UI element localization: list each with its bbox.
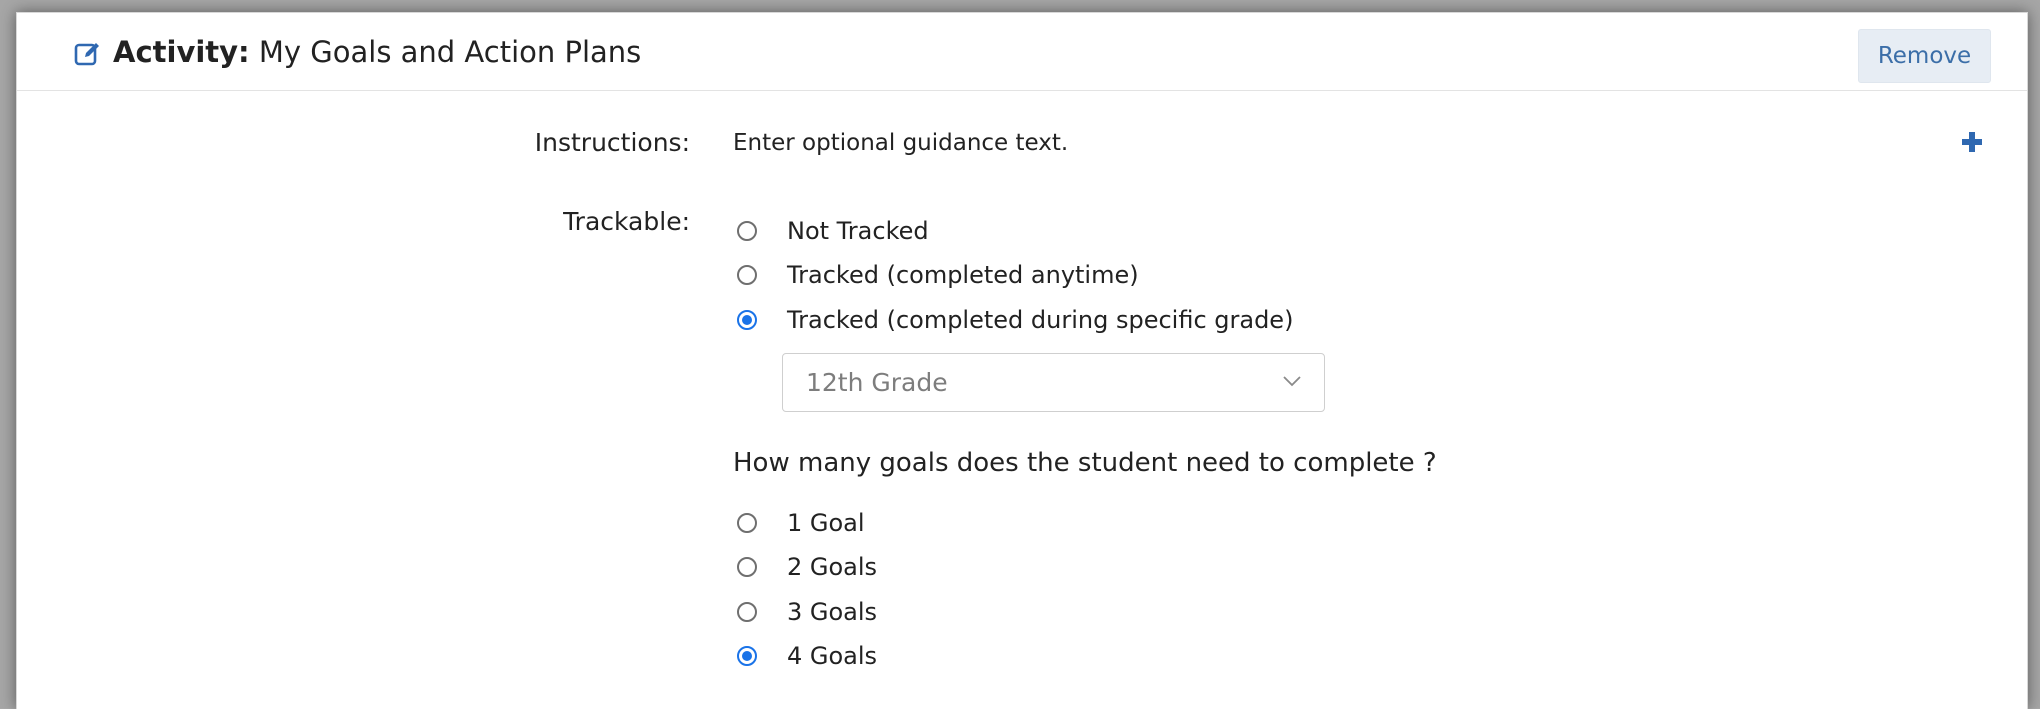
radio-label: 3 Goals	[787, 598, 878, 626]
radio-label: 1 Goal	[787, 509, 865, 537]
radio-button-checked[interactable]	[737, 646, 757, 666]
radio-label: Tracked (completed during specific grade…	[787, 306, 1294, 334]
radio-goals-1[interactable]: 1 Goal	[737, 507, 865, 539]
radio-button-checked[interactable]	[737, 310, 757, 330]
radio-label: Tracked (completed anytime)	[787, 261, 1139, 289]
activity-header: Activity: My Goals and Action Plans Remo…	[17, 13, 2027, 91]
plus-icon[interactable]	[1961, 131, 1983, 153]
radio-button[interactable]	[737, 513, 757, 533]
radio-label: 4 Goals	[787, 642, 878, 670]
grade-select-value: 12th Grade	[806, 368, 948, 397]
activity-title: Activity: My Goals and Action Plans	[113, 35, 641, 69]
trackable-label: Trackable:	[563, 207, 690, 236]
radio-tracked-anytime[interactable]: Tracked (completed anytime)	[737, 259, 1139, 291]
chevron-down-icon	[1283, 376, 1301, 387]
radio-label: 2 Goals	[787, 553, 878, 581]
radio-not-tracked[interactable]: Not Tracked	[737, 215, 929, 247]
window-backdrop: Activity: My Goals and Action Plans Remo…	[0, 0, 2040, 709]
instructions-text[interactable]: Enter optional guidance text.	[733, 130, 1068, 156]
grade-select[interactable]: 12th Grade	[782, 353, 1325, 412]
radio-tracked-specific-grade[interactable]: Tracked (completed during specific grade…	[737, 304, 1293, 336]
edit-square-icon[interactable]	[74, 40, 102, 68]
instructions-label: Instructions:	[534, 128, 690, 157]
radio-goals-4[interactable]: 4 Goals	[737, 640, 877, 672]
activity-card: Activity: My Goals and Action Plans Remo…	[16, 12, 2028, 709]
radio-label: Not Tracked	[787, 217, 929, 245]
radio-goals-3[interactable]: 3 Goals	[737, 596, 877, 628]
activity-title-name: My Goals and Action Plans	[258, 35, 642, 69]
radio-button[interactable]	[737, 602, 757, 622]
radio-button[interactable]	[737, 557, 757, 577]
radio-goals-2[interactable]: 2 Goals	[737, 551, 877, 583]
activity-title-label: Activity:	[113, 35, 250, 69]
radio-button[interactable]	[737, 265, 757, 285]
remove-button[interactable]: Remove	[1858, 29, 1991, 83]
goals-question: How many goals does the student need to …	[733, 448, 1437, 478]
radio-button[interactable]	[737, 221, 757, 241]
